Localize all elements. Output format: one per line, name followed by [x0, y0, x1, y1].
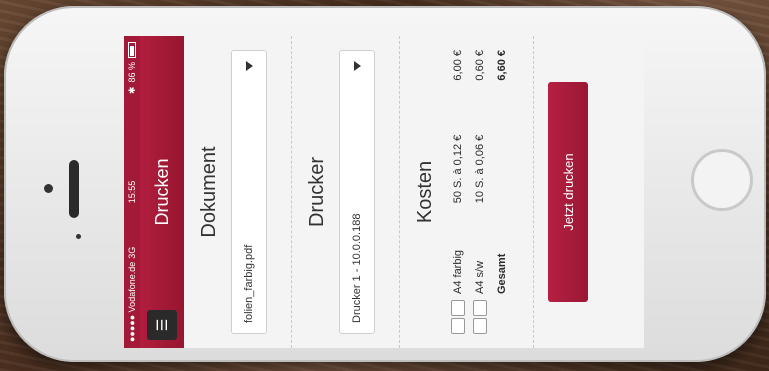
cost-label: A4 farbig — [452, 249, 464, 294]
dokument-value: folien_farbig.pdf — [243, 244, 255, 323]
battery-icon — [128, 42, 136, 58]
dropdown-arrow-icon — [245, 61, 253, 71]
dokument-title: Dokument — [198, 146, 220, 238]
home-button[interactable] — [691, 149, 753, 211]
drucker-value: Drucker 1 - 10.0.0.188 — [351, 213, 363, 323]
drucker-section: Drucker Drucker 1 - 10.0.0.188 — [292, 36, 400, 348]
drucker-select[interactable]: Drucker 1 - 10.0.0.188 — [339, 50, 375, 334]
print-app: ●●●●● Vodafone.de 3G 15:55 ✱ 86 % ☰ Druc… — [124, 36, 644, 348]
cost-calc: 50 S. à 0,12 € — [452, 134, 464, 204]
print-now-button[interactable]: Jetzt drucken — [548, 82, 588, 302]
copies-icon — [473, 294, 487, 334]
dokument-section: Dokument folien_farbig.pdf — [184, 36, 292, 348]
front-camera — [44, 184, 53, 193]
cost-sum: 0,60 € — [474, 50, 486, 81]
cost-sum: 6,00 € — [452, 50, 464, 81]
cost-row-color: A4 farbig 50 S. à 0,12 € 6,00 € — [447, 50, 469, 334]
action-area: Jetzt drucken — [548, 36, 588, 348]
total-value: 6,60 € — [496, 50, 508, 81]
carrier-label: ●●●●● Vodafone.de — [127, 261, 137, 342]
phone-screen: ●●●●● Vodafone.de 3G 15:55 ✱ 86 % ☰ Druc… — [124, 36, 644, 348]
page-title: Drucken — [151, 158, 172, 226]
dokument-select[interactable]: folien_farbig.pdf — [231, 50, 267, 334]
copies-icon — [451, 294, 465, 334]
clock: 15:55 — [127, 180, 137, 204]
nav-bar: ☰ Drucken — [140, 36, 184, 348]
iphone-frame: ●●●●● Vodafone.de 3G 15:55 ✱ 86 % ☰ Druc… — [4, 6, 766, 362]
cost-calc: 10 S. à 0,06 € — [474, 134, 486, 204]
cost-row-bw: A4 s/w 10 S. à 0,06 € 0,60 € — [469, 50, 491, 334]
status-bar: ●●●●● Vodafone.de 3G 15:55 ✱ 86 % — [124, 36, 140, 348]
network-label: 3G — [127, 246, 137, 259]
battery-percent: 86 % — [127, 62, 137, 83]
bluetooth-icon: ✱ — [126, 86, 137, 95]
menu-button[interactable]: ☰ — [147, 310, 177, 340]
cost-row-total: Gesamt 6,60 € — [491, 50, 513, 334]
kosten-title: Kosten — [414, 160, 436, 224]
earpiece-speaker — [69, 160, 79, 218]
dropdown-arrow-icon — [353, 61, 361, 71]
proximity-sensor — [76, 234, 81, 239]
total-label: Gesamt — [496, 253, 508, 294]
cost-label: A4 s/w — [474, 260, 486, 294]
hamburger-icon: ☰ — [153, 318, 170, 332]
kosten-section: Kosten A4 farbig 50 S. à 0,12 € 6,00 € A… — [400, 36, 534, 348]
drucker-title: Drucker — [306, 157, 328, 228]
